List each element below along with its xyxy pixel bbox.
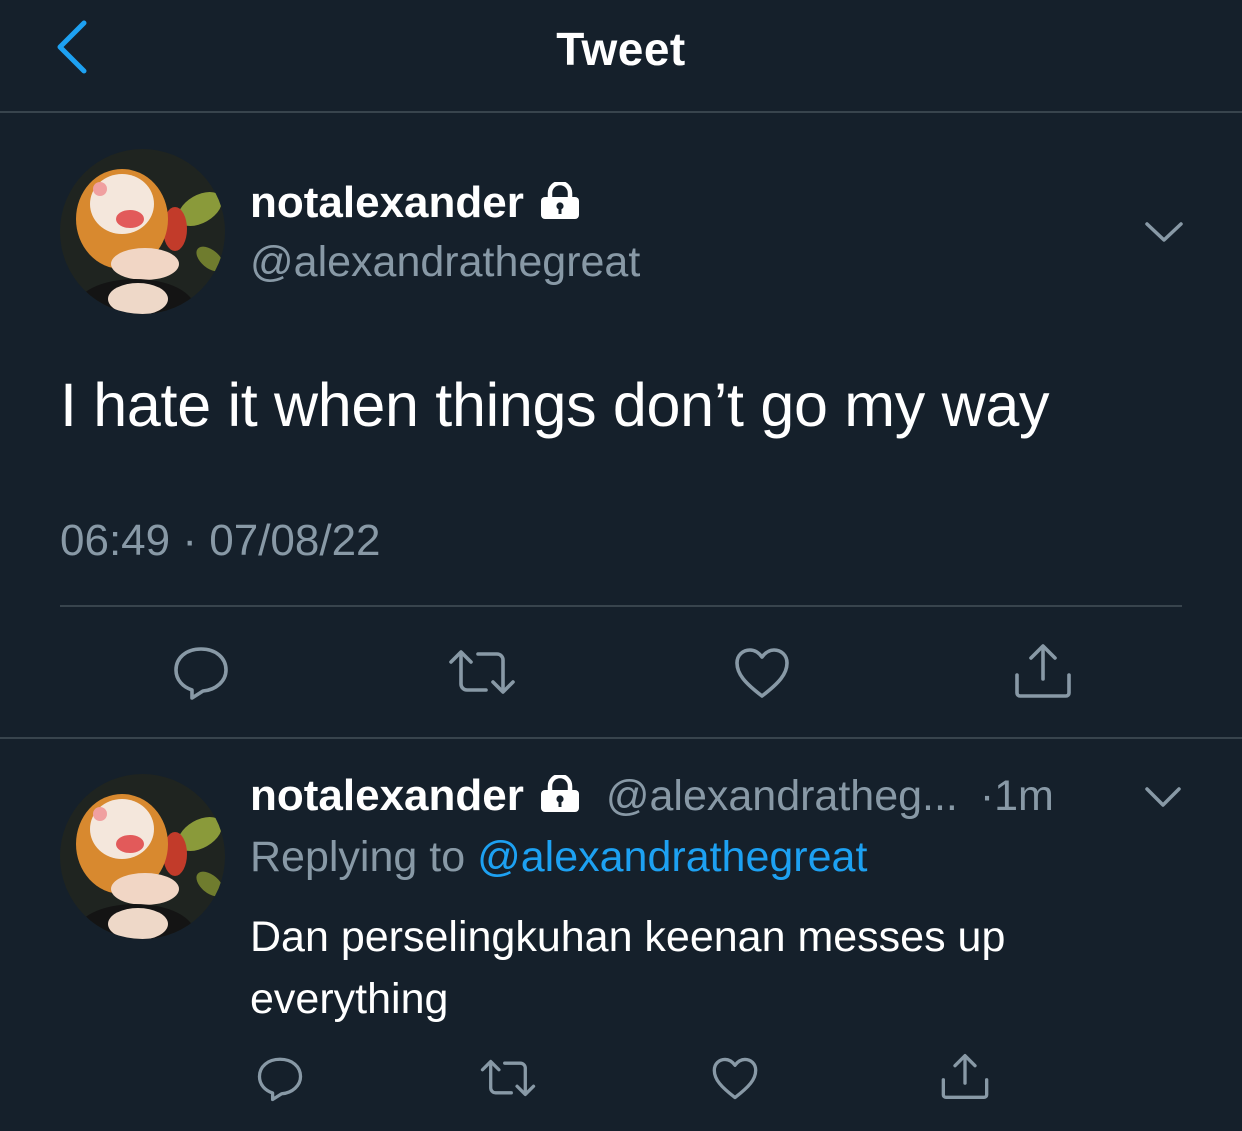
- reply-icon: [257, 1057, 303, 1102]
- avatar-image: [60, 149, 225, 314]
- divider: [60, 605, 1182, 607]
- avatar[interactable]: [60, 149, 225, 314]
- tweet-options-button[interactable]: [1143, 218, 1185, 246]
- reply-button[interactable]: [256, 1056, 304, 1107]
- tweet-timestamp: 06:49 · 07/08/22: [60, 516, 381, 565]
- avatar-image: [60, 774, 225, 939]
- reply-icon: [174, 647, 228, 700]
- reply-button[interactable]: [172, 645, 230, 706]
- lock-icon: [538, 180, 582, 231]
- tweet-time: ·1m: [979, 772, 1054, 820]
- share-icon: [1015, 644, 1071, 698]
- retweet-button[interactable]: [480, 1058, 536, 1103]
- display-name[interactable]: notalexander: [250, 771, 524, 820]
- handle[interactable]: @alexandrathegreat: [250, 238, 640, 287]
- top-bar: Tweet: [0, 0, 1242, 113]
- chevron-down-icon: [1145, 222, 1183, 242]
- page-title: Tweet: [556, 23, 686, 75]
- lock-icon: [538, 773, 582, 824]
- divider: [0, 737, 1242, 739]
- like-icon: [735, 648, 789, 698]
- reply-header: notalexander @alexandratheg... ·1m: [250, 771, 1054, 824]
- retweet-button[interactable]: [448, 648, 516, 701]
- share-icon: [941, 1054, 989, 1099]
- tweet-text: I hate it when things don’t go my way: [60, 371, 1050, 439]
- tweet-options-button[interactable]: [1143, 784, 1183, 810]
- like-button[interactable]: [711, 1056, 759, 1106]
- like-button[interactable]: [733, 646, 791, 705]
- display-name[interactable]: notalexander: [250, 178, 582, 231]
- retweet-icon: [480, 1059, 536, 1097]
- share-button[interactable]: [1013, 643, 1073, 704]
- avatar[interactable]: [60, 774, 225, 939]
- share-button[interactable]: [940, 1053, 990, 1105]
- tweet-text: Dan perselingkuhan keenan messes up ever…: [250, 913, 1006, 1023]
- mention-link[interactable]: @alexandrathegreat: [477, 833, 867, 881]
- handle[interactable]: @alexandratheg...: [606, 772, 958, 820]
- retweet-icon: [449, 650, 515, 694]
- replying-to: Replying to @alexandrathegreat: [250, 833, 868, 881]
- like-icon: [712, 1057, 758, 1100]
- chevron-down-icon: [1145, 787, 1181, 807]
